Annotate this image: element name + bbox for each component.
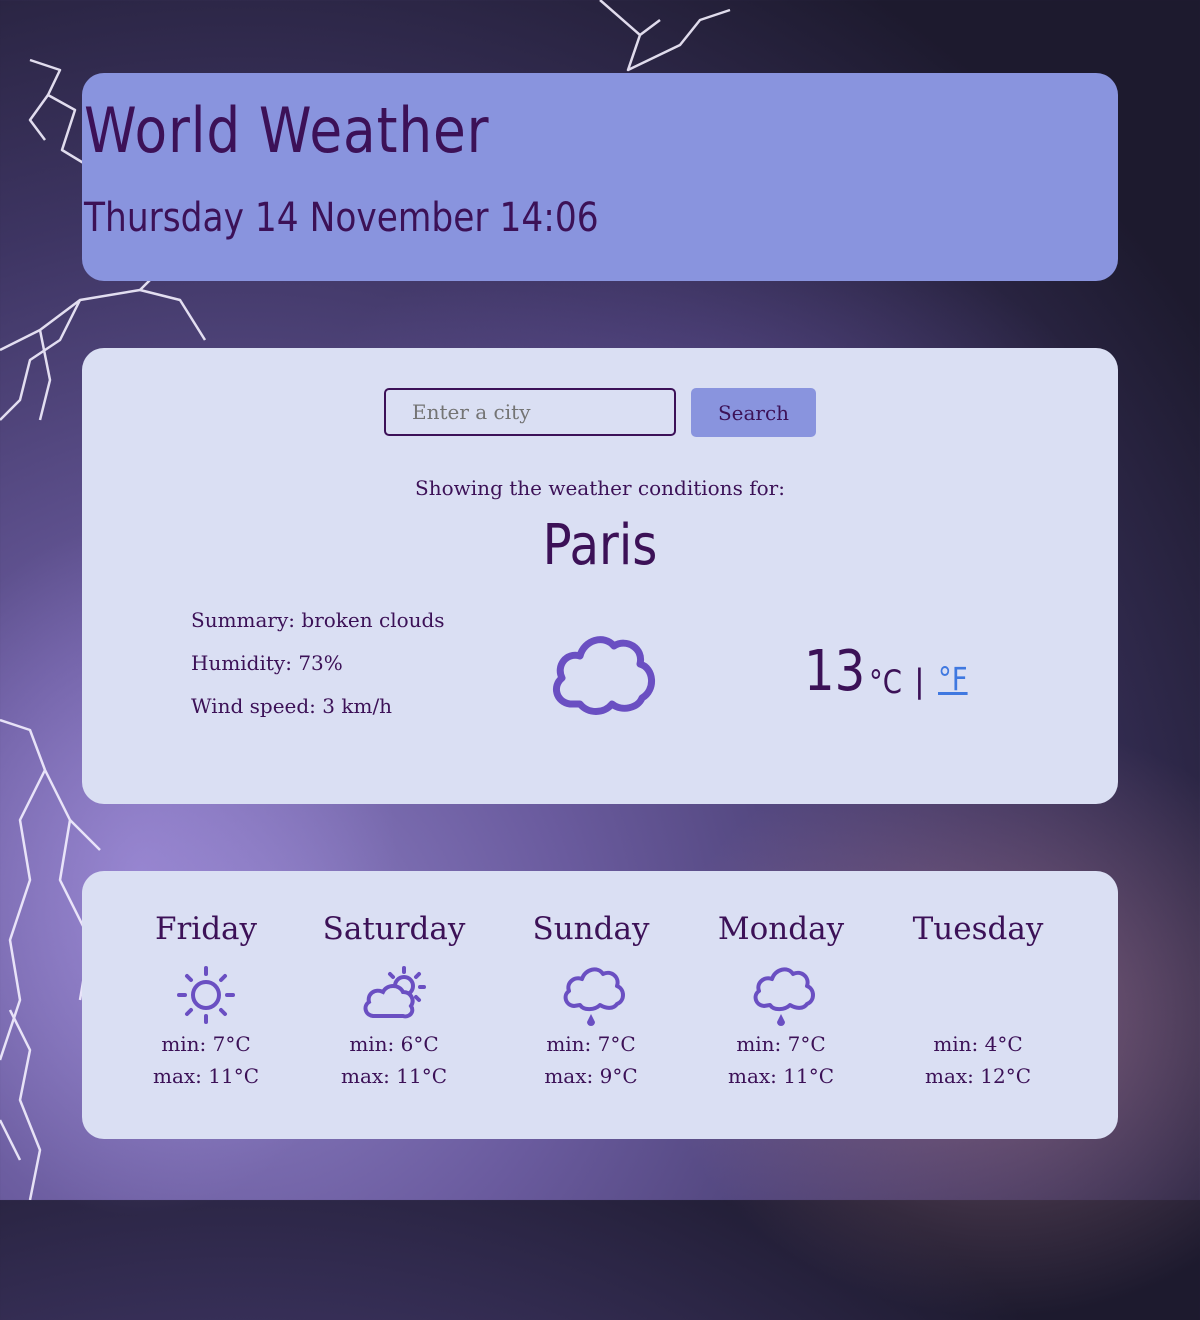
- app-title: World Weather: [84, 94, 490, 167]
- forecast-min: min: 6°C: [349, 1032, 439, 1056]
- forecast-max: max: 11°C: [340, 1064, 447, 1088]
- forecast-max: max: 11°C: [152, 1064, 259, 1088]
- forecast-day-name: Friday: [154, 911, 258, 947]
- forecast-day-name: Saturday: [322, 911, 466, 947]
- forecast-day: Saturday min: 6°C max: 11°C: [309, 906, 479, 1092]
- fahrenheit-link[interactable]: °F: [938, 660, 968, 698]
- wind-speed: Wind speed: 3 km/h: [191, 694, 393, 718]
- forecast-min: min: 4°C: [933, 1032, 1023, 1056]
- weather-summary: Summary: broken clouds: [191, 608, 445, 632]
- forecast-day: Monday min: 7°C max: 11°C: [696, 906, 866, 1092]
- missing-weather-icon: [943, 962, 1013, 1028]
- forecast-max: max: 11°C: [727, 1064, 834, 1088]
- forecast-day: Tuesday min: 4°C max: 12°C: [893, 906, 1063, 1092]
- current-datetime: Thursday 14 November 14:06: [84, 195, 599, 241]
- forecast-day: Friday min: 7°C max: 11°C: [121, 906, 291, 1092]
- search-button[interactable]: Search: [691, 388, 816, 437]
- forecast-day-name: Tuesday: [912, 911, 1044, 947]
- rain-icon: [753, 967, 815, 1026]
- celsius-toggle[interactable]: °C: [869, 663, 902, 701]
- forecast-day: Sunday min: 7°C max: 9°C: [506, 906, 676, 1092]
- forecast-min: min: 7°C: [546, 1032, 636, 1056]
- city-search-input[interactable]: [384, 388, 676, 436]
- forecast-min: min: 7°C: [736, 1032, 826, 1056]
- temperature-value: 13: [804, 639, 866, 704]
- partly-cloudy-icon: [363, 966, 426, 1019]
- unit-separator: |: [914, 662, 925, 700]
- humidity: Humidity: 73%: [191, 651, 343, 675]
- forecast-max: max: 12°C: [924, 1064, 1031, 1088]
- rain-icon: [563, 967, 625, 1026]
- forecast-max: max: 9°C: [544, 1064, 638, 1088]
- sun-icon: [177, 966, 235, 1024]
- forecast-day-name: Monday: [717, 911, 845, 947]
- forecast-min: min: 7°C: [161, 1032, 251, 1056]
- showing-label: Showing the weather conditions for:: [415, 476, 785, 500]
- forecast-day-name: Sunday: [532, 911, 650, 947]
- city-name: Paris: [542, 513, 658, 578]
- cloud-icon: [552, 636, 655, 715]
